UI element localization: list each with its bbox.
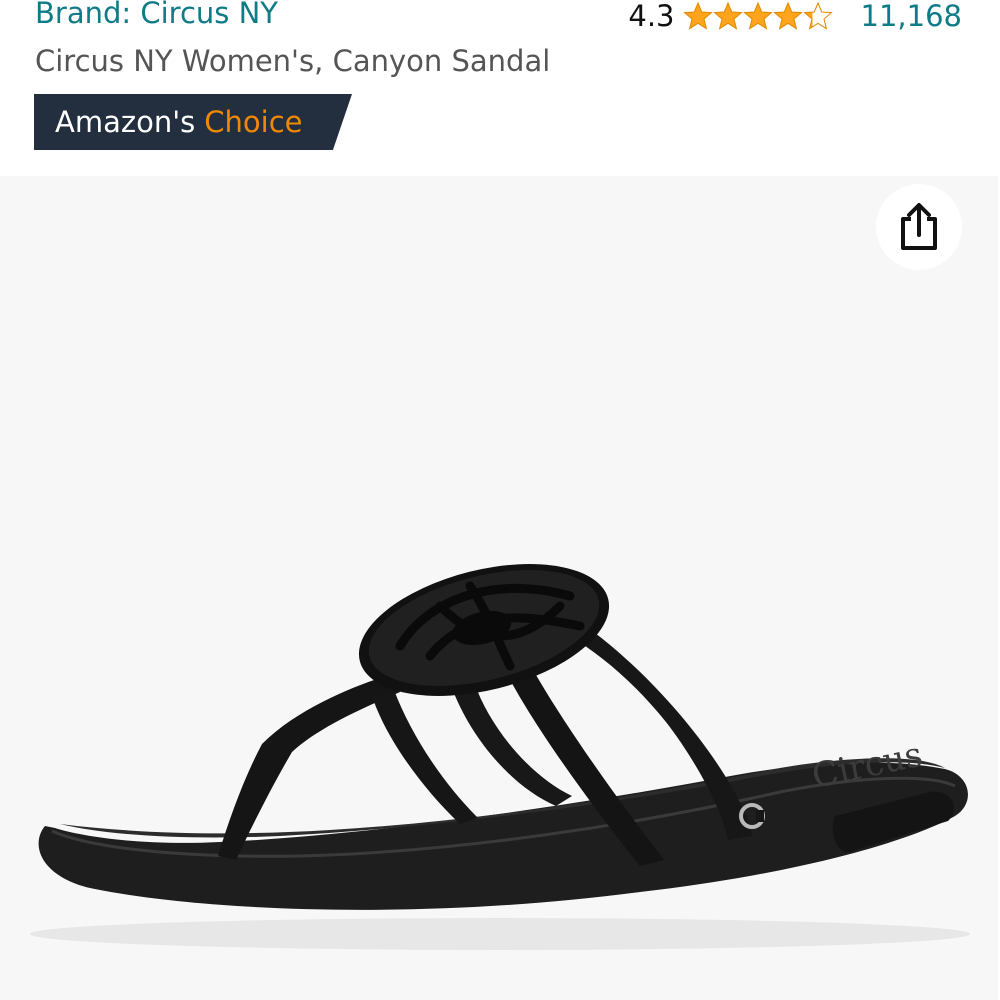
brand-link[interactable]: Brand: Circus NY [35,0,278,30]
share-icon [901,203,937,250]
star-icon [682,1,713,30]
rating-summary[interactable]: 4.3 11,168 [628,0,962,36]
amazons-choice-badge[interactable]: Amazon's Choice [34,94,352,150]
share-button[interactable] [876,184,962,270]
star-icon [802,1,833,30]
product-title: Circus NY Women's, Canyon Sandal [35,44,551,78]
product-image-gallery[interactable]: Circus [0,176,998,1000]
star-icon [712,1,743,30]
star-rating[interactable] [682,1,833,31]
rating-count-link[interactable]: 11,168 [861,0,962,33]
star-icon [742,1,773,30]
product-page: Brand: Circus NY 4.3 11,168 Circus NY Wo… [0,0,1000,1000]
product-image-sandal[interactable]: Circus [0,176,998,1000]
rating-value: 4.3 [628,0,675,33]
badge-prefix: Amazon's [55,105,196,139]
badge-highlight: Choice [204,105,303,139]
star-icon [772,1,803,30]
